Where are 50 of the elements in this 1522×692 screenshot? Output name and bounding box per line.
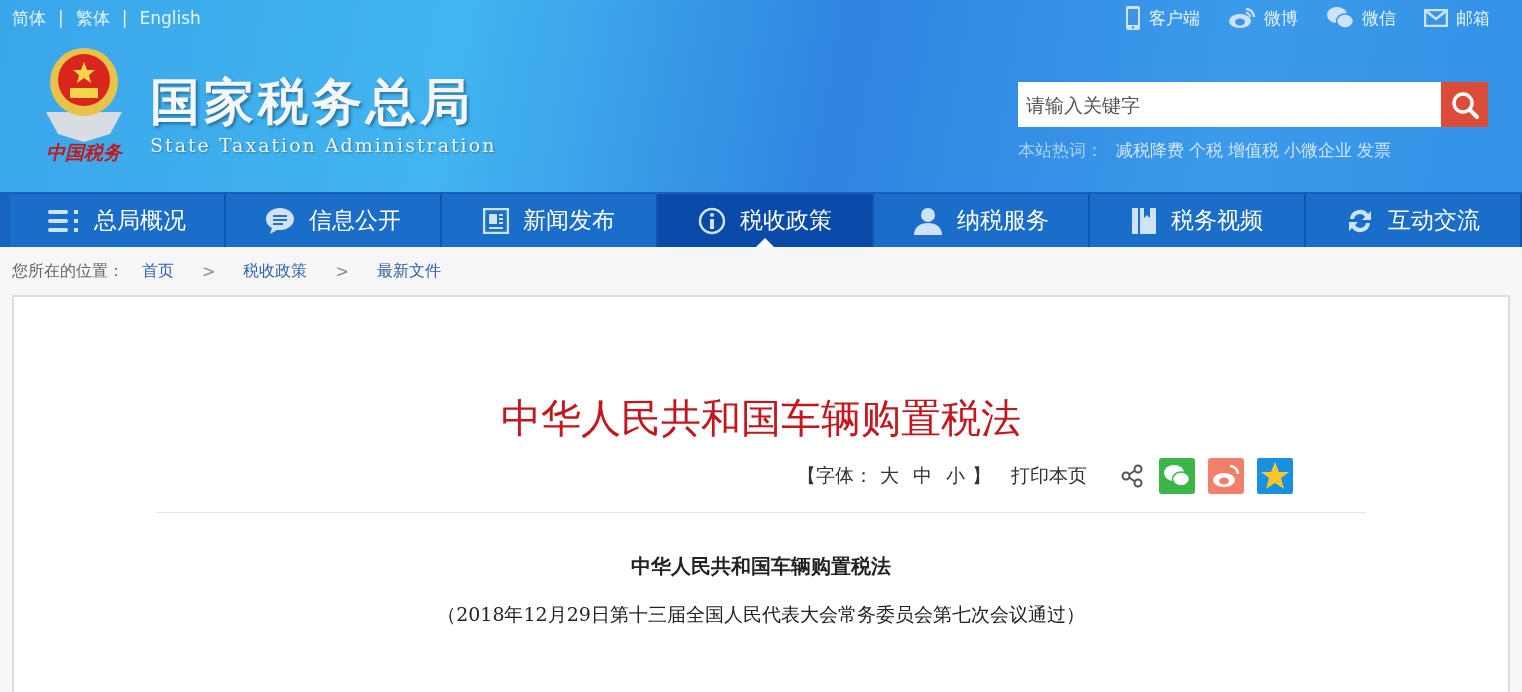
font-size-bracket: 【字体：	[797, 463, 873, 488]
active-indicator	[756, 238, 774, 247]
nav-tab[interactable]: 信息公开	[226, 194, 442, 247]
nav-tab[interactable]: 总局概况	[10, 194, 226, 247]
breadcrumb-label: 您所在的位置：	[12, 260, 124, 282]
font-size-bracket: 】	[972, 463, 991, 488]
nav-tab[interactable]: 税务视频	[1090, 194, 1306, 247]
weibo-share-button[interactable]	[1208, 458, 1244, 494]
header-link[interactable]: 微信	[1362, 6, 1396, 30]
article-title: 中华人民共和国车辆购置税法	[500, 394, 1022, 443]
hot-words-label: 本站热词：	[1018, 139, 1103, 162]
header-link[interactable]: 客户端	[1149, 6, 1200, 30]
search-icon	[1449, 89, 1480, 120]
article-heading: 中华人民共和国车辆购置税法	[630, 553, 892, 580]
header-link[interactable]: 微博	[1264, 6, 1298, 30]
wechat-icon[interactable]	[1326, 6, 1354, 30]
font-size-link[interactable]: 大	[880, 463, 899, 489]
mail-icon[interactable]	[1424, 9, 1448, 27]
article-note: （2018年12月29日第十三届全国人民代表大会常务委员会第七次会议通过）	[436, 602, 1086, 627]
font-size-link[interactable]: 中	[913, 463, 932, 489]
breadcrumb-link[interactable]: 首页	[142, 260, 174, 282]
breadcrumb-separator: >	[202, 261, 216, 281]
news-icon	[483, 207, 509, 234]
nav-tab[interactable]: 税收政策	[658, 194, 874, 247]
search-button[interactable]	[1441, 82, 1488, 127]
site-title: 国家税务总局	[150, 72, 475, 132]
breadcrumb-separator: >	[335, 261, 349, 281]
font-size-link[interactable]: 小	[946, 463, 965, 489]
star-share-button[interactable]	[1257, 458, 1293, 494]
site-subtitle: State Taxation Administration	[150, 134, 497, 156]
info-icon	[698, 206, 726, 235]
link-separator: |	[121, 8, 128, 28]
person-icon	[913, 206, 943, 235]
nav-tab[interactable]: 纳税服务	[874, 194, 1090, 247]
nav-tab[interactable]: 新闻发布	[442, 194, 658, 247]
link-separator: |	[58, 8, 64, 28]
nav-tab[interactable]: 互动交流	[1306, 194, 1522, 247]
print-link[interactable]: 打印本页	[1011, 463, 1087, 489]
share-icon[interactable]	[1121, 464, 1143, 488]
header-link[interactable]: 邮箱	[1456, 6, 1490, 30]
weibo-icon[interactable]	[1228, 7, 1256, 29]
chat-icon	[265, 206, 295, 235]
breadcrumb-link[interactable]: 最新文件	[376, 260, 441, 282]
book-icon	[1131, 206, 1157, 235]
logo-slogan: 中国税务	[46, 140, 122, 165]
phone-icon[interactable]	[1125, 5, 1141, 31]
breadcrumb-link[interactable]: 税收政策	[243, 260, 308, 282]
wechat-share-button[interactable]	[1159, 458, 1195, 494]
search-field[interactable]: 请输入关键字	[1018, 82, 1441, 127]
list-icon	[48, 208, 80, 233]
